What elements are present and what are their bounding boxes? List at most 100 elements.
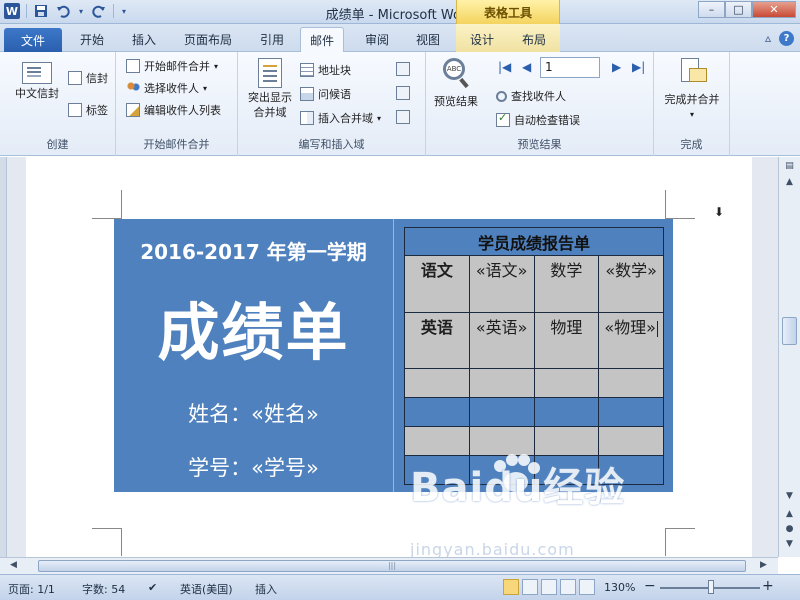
card-divider (393, 219, 394, 492)
envelopes-button[interactable]: 信封 (68, 70, 108, 86)
outline-view-icon[interactable] (560, 579, 576, 595)
next-page-icon[interactable]: ▼ (782, 537, 797, 552)
greeting-line-button[interactable]: 问候语 (300, 86, 351, 102)
scroll-left-icon[interactable]: ◀ (6, 558, 21, 573)
name-merge-field[interactable]: 姓名：«姓名» (114, 398, 393, 428)
help-icon[interactable]: ? (779, 31, 794, 46)
table-cell[interactable] (598, 397, 664, 427)
highlight-merge-fields-button[interactable]: 突出显示 合并域 (242, 58, 298, 120)
table-cell[interactable]: «英语» (468, 312, 535, 369)
tab-mailings[interactable]: 邮件 (300, 27, 345, 53)
term-heading[interactable]: 2016-2017 年第一学期 (114, 236, 393, 265)
table-cell[interactable]: 物理 (533, 312, 600, 369)
tab-layout[interactable]: 布局 (522, 31, 546, 48)
tab-file[interactable]: 文件 (4, 28, 62, 52)
tab-view[interactable]: 视图 (416, 31, 440, 48)
address-block-icon (300, 63, 314, 77)
close-button[interactable]: ✕ (752, 1, 796, 18)
table-header-cell[interactable]: 学员成绩报告单 (404, 227, 664, 256)
table-cell[interactable] (598, 426, 664, 456)
envelopes-label: 信封 (86, 72, 108, 85)
table-cell[interactable]: «数学» (598, 255, 664, 313)
address-block-label: 地址块 (318, 64, 351, 77)
maximize-button[interactable]: □ (725, 1, 752, 18)
proofing-icon[interactable]: ✔ (148, 581, 157, 594)
table-cell[interactable] (533, 368, 600, 398)
minimize-ribbon-icon[interactable]: ▵ (765, 31, 771, 46)
mail-merge-icon (126, 59, 140, 73)
group-finish: 完成并合并 ▾ 完成 (654, 52, 730, 156)
print-layout-view-icon[interactable] (503, 579, 519, 595)
table-cell[interactable] (468, 368, 535, 398)
score-report-table[interactable]: 学员成绩报告单 语文 «语文» 数学 «数学» 英语 «英语» 物理 «物理» (404, 227, 664, 485)
tab-row-icons: ▵ ? (765, 31, 794, 46)
insert-mode-indicator[interactable]: 插入 (255, 581, 277, 597)
first-record-icon[interactable]: |◀ (498, 60, 511, 74)
rules-icon[interactable] (396, 62, 410, 76)
web-layout-view-icon[interactable] (541, 579, 557, 595)
zoom-in-button[interactable]: + (762, 578, 774, 594)
select-recipients-button[interactable]: 选择收件人 ▾ (126, 80, 207, 96)
tab-home[interactable]: 开始 (80, 31, 104, 48)
zoom-out-button[interactable]: − (644, 578, 656, 594)
table-cell[interactable]: 英语 (404, 312, 470, 369)
minimize-button[interactable]: – (698, 1, 725, 18)
table-cell[interactable] (598, 368, 664, 398)
horizontal-scroll-thumb[interactable]: ||| (38, 560, 746, 572)
start-mail-merge-button[interactable]: 开始邮件合并 ▾ (126, 58, 218, 74)
scroll-right-icon[interactable]: ▶ (756, 558, 771, 573)
address-block-button[interactable]: 地址块 (300, 62, 351, 78)
next-record-icon[interactable]: ▶ (612, 60, 621, 74)
horizontal-scrollbar[interactable]: ◀ ||| ▶ (0, 557, 778, 574)
table-cell[interactable] (468, 397, 535, 427)
zoom-slider-thumb[interactable] (708, 580, 714, 594)
previous-page-icon[interactable]: ▲ (782, 507, 797, 522)
word-count[interactable]: 字数: 54 (82, 581, 125, 597)
table-cell[interactable] (404, 426, 470, 456)
insert-merge-field-label: 插入合并域 (318, 112, 373, 125)
text-cursor (656, 320, 658, 337)
table-cell-with-cursor[interactable]: «物理» (598, 312, 664, 369)
table-cell[interactable] (404, 368, 470, 398)
table-cell[interactable]: 语文 (404, 255, 470, 313)
table-cell[interactable] (533, 397, 600, 427)
tab-design[interactable]: 设计 (470, 31, 494, 48)
tab-page-layout[interactable]: 页面布局 (184, 31, 232, 48)
scroll-up-icon[interactable]: ▲ (782, 175, 797, 190)
select-browse-object-icon[interactable]: ● (782, 522, 797, 537)
language-indicator[interactable]: 英语(美国) (180, 581, 233, 597)
greeting-line-label: 问候语 (318, 88, 351, 101)
match-fields-icon[interactable] (396, 86, 410, 100)
tab-insert[interactable]: 插入 (132, 31, 156, 48)
zoom-level[interactable]: 130% (604, 581, 635, 594)
report-title[interactable]: 成绩单 (114, 296, 393, 370)
preview-results-label: 预览结果 (434, 95, 478, 108)
finish-merge-button[interactable]: 完成并合并 ▾ (658, 56, 726, 122)
envelope-small-icon (68, 71, 82, 85)
record-number-input[interactable]: 1 (540, 57, 600, 78)
finish-merge-icon (677, 56, 707, 86)
insert-merge-field-button[interactable]: 插入合并域 ▾ (300, 110, 381, 126)
table-cell[interactable]: «语文» (468, 255, 535, 313)
draft-view-icon[interactable] (579, 579, 595, 595)
edit-recipient-list-button[interactable]: 编辑收件人列表 (126, 102, 221, 118)
id-merge-field[interactable]: 学号：«学号» (114, 452, 393, 482)
table-cell[interactable]: 数学 (533, 255, 600, 313)
tab-review[interactable]: 审阅 (365, 31, 389, 48)
tab-references[interactable]: 引用 (260, 31, 284, 48)
table-cell[interactable] (404, 397, 470, 427)
labels-button[interactable]: 标签 (68, 102, 108, 118)
chinese-envelope-button[interactable]: 中文信封 (10, 62, 64, 101)
ruler-toggle-icon[interactable]: ▤ (782, 159, 797, 174)
page-count[interactable]: 页面: 1/1 (8, 581, 55, 597)
last-record-icon[interactable]: ▶| (632, 60, 645, 74)
find-recipient-button[interactable]: 查找收件人 (496, 88, 566, 104)
auto-check-errors-button[interactable]: 自动检查错误 (496, 111, 580, 128)
previous-record-icon[interactable]: ◀ (522, 60, 531, 74)
vertical-scrollbar[interactable]: ▤ ▲ ▼ ▲ ● ▼ (778, 157, 800, 557)
preview-results-button[interactable]: ABC 预览结果 (430, 58, 482, 109)
full-screen-reading-view-icon[interactable] (522, 579, 538, 595)
vertical-scroll-thumb[interactable] (782, 317, 797, 345)
scroll-down-icon[interactable]: ▼ (782, 489, 797, 504)
update-labels-icon[interactable] (396, 110, 410, 124)
